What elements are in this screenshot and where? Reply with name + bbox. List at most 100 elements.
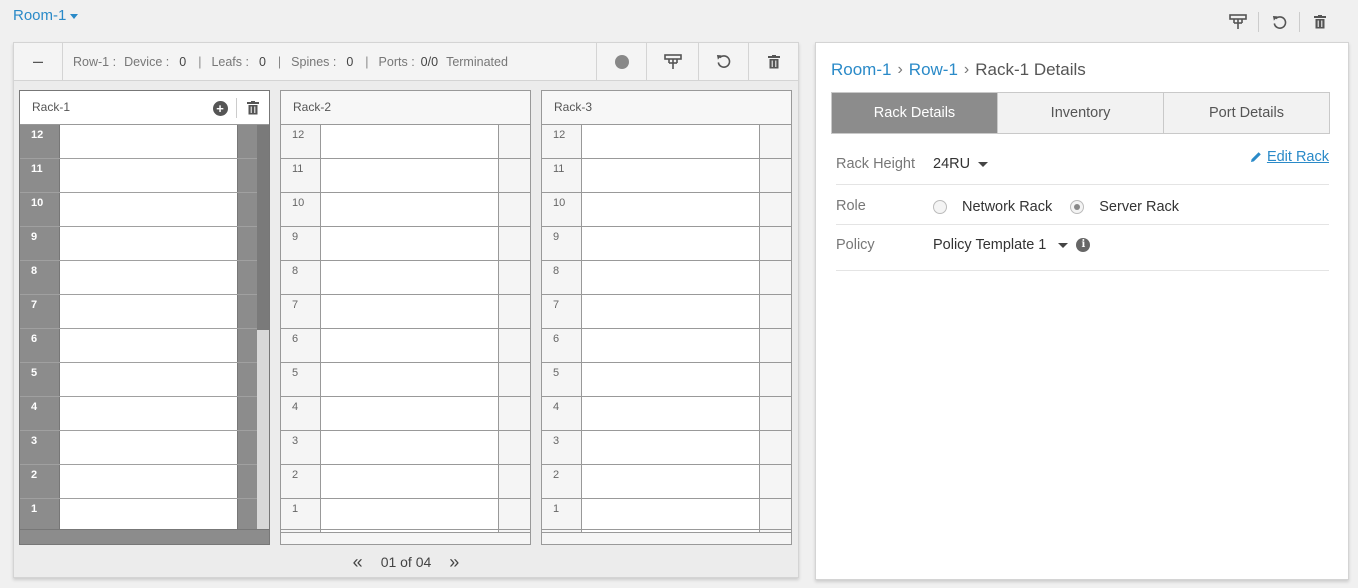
- rack-card[interactable]: Rack-3 12 11 10 9 8 7 6 5 4 3 2 1: [541, 90, 792, 545]
- divider: |: [365, 54, 369, 69]
- slot-space: [60, 363, 238, 396]
- rack-scrollbar[interactable]: [257, 125, 269, 544]
- rack-slot[interactable]: 6: [20, 329, 269, 363]
- policy-select[interactable]: Policy Template 1 i: [933, 237, 1091, 253]
- tab-rack-details[interactable]: Rack Details: [832, 93, 998, 133]
- ports-count: 0/0: [420, 54, 439, 69]
- rack-header: Rack-2: [281, 91, 530, 125]
- delete-rack-button[interactable]: [237, 91, 269, 125]
- row-summary: Row-1 : Device : 0 | Leafs : 0 | Spines …: [63, 55, 596, 69]
- prev-page-button[interactable]: «: [345, 552, 371, 573]
- rack-slot[interactable]: 12: [281, 125, 530, 159]
- breadcrumb-room[interactable]: Room-1: [831, 60, 891, 80]
- slot-number: 2: [542, 465, 582, 498]
- rack-slot[interactable]: 5: [542, 363, 791, 397]
- rack-slot[interactable]: 10: [542, 193, 791, 227]
- rack-slot[interactable]: 8: [542, 261, 791, 295]
- next-page-button[interactable]: »: [441, 552, 467, 573]
- chevron-right-icon: ›: [897, 61, 903, 78]
- row-reset-button[interactable]: [698, 42, 748, 81]
- rack-slot[interactable]: 10: [281, 193, 530, 227]
- status-button[interactable]: [596, 42, 646, 81]
- chevron-down-icon: [978, 161, 989, 167]
- slot-number: 2: [20, 465, 60, 498]
- rack-header: Rack-1 +: [20, 91, 269, 125]
- slot-space: [60, 397, 238, 430]
- rack-base: [281, 529, 530, 544]
- room-selector[interactable]: Room-1: [13, 7, 79, 24]
- slot-number: 11: [542, 159, 582, 192]
- slot-side: [499, 397, 530, 430]
- rack-slot[interactable]: 1: [542, 499, 791, 533]
- slot-number: 10: [281, 193, 321, 226]
- rack-slot[interactable]: 4: [542, 397, 791, 431]
- slot-space: [60, 227, 238, 260]
- radio-unchecked-icon: [933, 200, 947, 214]
- add-device-button[interactable]: +: [204, 91, 236, 125]
- tab-inventory[interactable]: Inventory: [998, 93, 1164, 133]
- info-icon[interactable]: i: [1076, 238, 1091, 252]
- rack-slot[interactable]: 12: [20, 125, 269, 159]
- spines-label: Spines :: [291, 54, 337, 69]
- breadcrumb-row[interactable]: Row-1: [909, 60, 958, 80]
- rack-slot[interactable]: 6: [542, 329, 791, 363]
- slot-side: [499, 329, 530, 362]
- rack-slot[interactable]: 7: [20, 295, 269, 329]
- trash-icon: [247, 101, 259, 115]
- row-delete-button[interactable]: [748, 42, 798, 81]
- rack-slot[interactable]: 11: [542, 159, 791, 193]
- rack-slot[interactable]: 1: [20, 499, 269, 533]
- edit-rack-link[interactable]: Edit Rack: [1250, 149, 1329, 165]
- slot-space: [582, 193, 760, 226]
- plus-circle-icon: +: [212, 100, 228, 116]
- rack-card[interactable]: Rack-2 12 11 10 9 8 7 6 5 4 3 2 1: [280, 90, 531, 545]
- slot-side: [760, 363, 791, 396]
- rack-slot[interactable]: 2: [542, 465, 791, 499]
- rack-slot[interactable]: 2: [20, 465, 269, 499]
- slot-side: [499, 431, 530, 464]
- row-topology-button[interactable]: [646, 42, 698, 81]
- rack-slot[interactable]: 4: [281, 397, 530, 431]
- rack-slot[interactable]: 11: [20, 159, 269, 193]
- scrollbar-thumb[interactable]: [257, 125, 269, 330]
- rack-slot[interactable]: 6: [281, 329, 530, 363]
- slot-side: [760, 159, 791, 192]
- rack-height-select[interactable]: 24RU: [933, 156, 989, 172]
- delete-button[interactable]: [1300, 12, 1340, 32]
- slot-space: [60, 329, 238, 362]
- rack-slot[interactable]: 8: [281, 261, 530, 295]
- rack-slot[interactable]: 9: [281, 227, 530, 261]
- slot-number: 1: [281, 499, 321, 532]
- tab-port-details[interactable]: Port Details: [1164, 93, 1329, 133]
- rack-slot[interactable]: 2: [281, 465, 530, 499]
- rack-slot[interactable]: 9: [542, 227, 791, 261]
- slot-space: [321, 397, 499, 430]
- rack-slot[interactable]: 9: [20, 227, 269, 261]
- rack-slot[interactable]: 7: [281, 295, 530, 329]
- rack-card[interactable]: Rack-1 + 12 11 10 9 8 7 6 5 4 3 2 1: [19, 90, 270, 545]
- rack-slot[interactable]: 8: [20, 261, 269, 295]
- topology-button[interactable]: [1218, 12, 1258, 32]
- room-title: Room-1: [13, 7, 67, 24]
- rack-slot[interactable]: 3: [542, 431, 791, 465]
- slot-space: [582, 363, 760, 396]
- role-option-network[interactable]: Network Rack: [933, 199, 1052, 215]
- rack-slot[interactable]: 7: [542, 295, 791, 329]
- slot-side: [760, 499, 791, 532]
- slot-space: [582, 431, 760, 464]
- pencil-icon: [1250, 152, 1261, 162]
- reset-button[interactable]: [1259, 12, 1299, 32]
- rack-slot[interactable]: 4: [20, 397, 269, 431]
- collapse-button[interactable]: –: [14, 42, 63, 81]
- rack-slot[interactable]: 3: [20, 431, 269, 465]
- slot-space: [582, 227, 760, 260]
- rack-slot[interactable]: 11: [281, 159, 530, 193]
- role-option-server[interactable]: Server Rack: [1070, 199, 1179, 215]
- rack-slot[interactable]: 10: [20, 193, 269, 227]
- rack-slot[interactable]: 5: [20, 363, 269, 397]
- rack-slot[interactable]: 3: [281, 431, 530, 465]
- rack-slot[interactable]: 1: [281, 499, 530, 533]
- rack-slot[interactable]: 5: [281, 363, 530, 397]
- rack-slot[interactable]: 12: [542, 125, 791, 159]
- row-panel: – Row-1 : Device : 0 | Leafs : 0 | Spine…: [13, 42, 799, 578]
